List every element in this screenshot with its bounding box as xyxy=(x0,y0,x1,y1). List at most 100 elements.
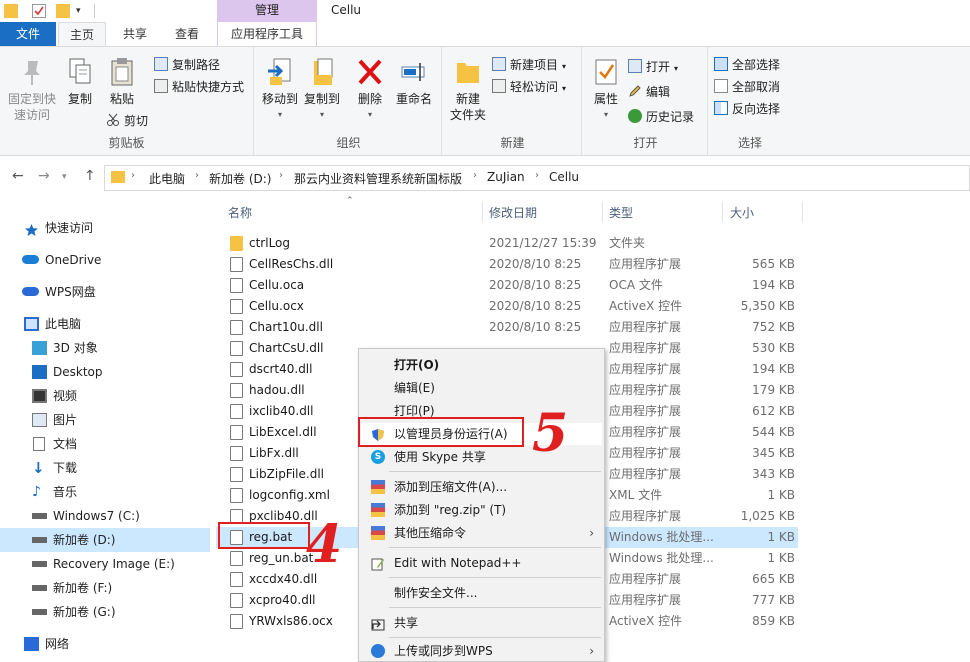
file-type: 应用程序扩展 xyxy=(609,257,682,271)
file-row[interactable]: Cellu.oca 2020/8/10 8:25 OCA 文件 194 KB xyxy=(216,275,798,296)
select-all-button[interactable]: 全部选择 xyxy=(714,55,780,75)
tab-file[interactable]: 文件 xyxy=(0,22,56,46)
nav-desktop[interactable]: Desktop xyxy=(0,360,210,384)
breadcrumb-zujian[interactable]: ZuJian xyxy=(487,170,525,184)
nav-label: 网络 xyxy=(45,637,70,651)
breadcrumb-cellu[interactable]: Cellu xyxy=(549,170,579,184)
menu-item-notepad-plus[interactable]: Edit with Notepad++ xyxy=(361,552,602,574)
column-divider[interactable] xyxy=(722,202,723,222)
file-icon xyxy=(230,404,243,419)
properties-label: 属性 xyxy=(593,92,618,106)
nav-network[interactable]: 网络 xyxy=(0,632,210,656)
tab-share[interactable]: 共享 xyxy=(112,22,158,46)
properties-button[interactable]: 属性 ▾ xyxy=(588,57,624,123)
invert-selection-button[interactable]: 反向选择 xyxy=(714,99,780,119)
column-header-type[interactable]: 类型 xyxy=(609,204,633,221)
file-row[interactable]: Chart10u.dll 2020/8/10 8:25 应用程序扩展 752 KB xyxy=(216,317,798,338)
up-arrow-icon[interactable]: ↑ xyxy=(84,168,96,184)
breadcrumb-separator-icon: › xyxy=(473,170,477,181)
nav-drive-g[interactable]: 新加卷 (G:) xyxy=(0,600,210,624)
edit-button[interactable]: 编辑 xyxy=(628,82,670,102)
easy-access-button[interactable]: 轻松访问 ▾ xyxy=(492,77,566,97)
nav-drive-e[interactable]: Recovery Image (E:) xyxy=(0,552,210,576)
menu-item-add-to-zip[interactable]: 添加到 "reg.zip" (T) xyxy=(361,499,602,521)
history-button[interactable]: 历史记录 xyxy=(628,107,694,127)
nav-quick-access[interactable]: 快速访问 xyxy=(0,216,210,240)
nav-label: OneDrive xyxy=(45,253,102,267)
new-item-button[interactable]: 新建项目 ▾ xyxy=(492,55,566,75)
nav-this-pc[interactable]: 此电脑 xyxy=(0,312,210,336)
properties-check-icon[interactable] xyxy=(32,4,46,18)
delete-dropdown-icon: ▾ xyxy=(367,110,372,119)
rename-button[interactable]: 重命名 xyxy=(392,57,436,107)
tab-home[interactable]: 主页 xyxy=(58,22,106,46)
nav-videos[interactable]: 视频 xyxy=(0,384,210,408)
menu-item-open[interactable]: 打开(O) xyxy=(361,354,602,376)
file-size: 544 KB xyxy=(752,425,795,439)
address-bar[interactable]: › 此电脑 › 新加卷 (D:) › 那云内业资料管理系统新国标版 › ZuJi… xyxy=(104,165,970,191)
menu-item-other-compress[interactable]: 其他压缩命令 › xyxy=(361,522,602,544)
nav-onedrive[interactable]: OneDrive xyxy=(0,248,210,272)
nav-label: 视频 xyxy=(53,389,78,403)
select-none-button[interactable]: 全部取消 xyxy=(714,77,780,97)
column-header-date[interactable]: 修改日期 xyxy=(489,204,537,221)
column-header-name[interactable]: 名称 xyxy=(228,204,252,221)
nav-label: 此电脑 xyxy=(45,317,82,331)
nav-pictures[interactable]: 图片 xyxy=(0,408,210,432)
nav-downloads[interactable]: ↓ 下载 xyxy=(0,456,210,480)
menu-item-secure-file[interactable]: 制作安全文件... xyxy=(361,582,602,604)
copy-button[interactable]: 复制 xyxy=(62,57,98,107)
nav-drive-f[interactable]: 新加卷 (F:) xyxy=(0,576,210,600)
nav-drive-d[interactable]: 新加卷 (D:) xyxy=(0,528,210,552)
nav-documents[interactable]: 文档 xyxy=(0,432,210,456)
file-row[interactable]: CellResChs.dll 2020/8/10 8:25 应用程序扩展 565 KB xyxy=(216,254,798,275)
file-row[interactable]: Cellu.ocx 2020/8/10 8:25 ActiveX 控件 5,350 K… xyxy=(216,296,798,317)
delete-button[interactable]: 删除 ▾ xyxy=(352,57,388,123)
recent-locations-chevron-icon[interactable]: ▾ xyxy=(62,172,67,182)
menu-item-add-to-archive[interactable]: 添加到压缩文件(A)... xyxy=(361,476,602,498)
quick-access-dropdown-icon[interactable]: ▾ xyxy=(76,4,86,18)
new-folder-button[interactable]: 新建 文件夹 xyxy=(446,57,490,123)
nav-3d-objects[interactable]: 3D 对象 xyxy=(0,336,210,360)
nav-music[interactable]: ♪ 音乐 xyxy=(0,480,210,504)
file-type: 应用程序扩展 xyxy=(609,446,682,460)
file-row[interactable]: ctrlLog 2021/12/27 15:39 文件夹 xyxy=(216,233,798,254)
new-folder-icon[interactable] xyxy=(56,4,70,18)
nav-wps-drive[interactable]: WPS网盘 xyxy=(0,280,210,304)
tab-application-tools[interactable]: 应用程序工具 xyxy=(218,22,316,46)
cut-button[interactable]: 剪切 xyxy=(106,111,148,131)
copy-path-button[interactable]: 复制路径 xyxy=(154,55,220,75)
column-divider[interactable] xyxy=(602,202,603,222)
file-type: 应用程序扩展 xyxy=(609,383,682,397)
move-to-button[interactable]: 移动到 ▾ xyxy=(260,57,300,123)
nav-drive-c[interactable]: Windows7 (C:) xyxy=(0,504,210,528)
folder-icon[interactable] xyxy=(4,4,18,18)
pin-quick-access-button[interactable]: 固定到快 速访问 xyxy=(6,57,58,123)
copy-to-button[interactable]: 复制到 ▾ xyxy=(302,57,342,123)
picture-icon xyxy=(32,413,47,427)
forward-arrow-icon[interactable]: → xyxy=(38,168,50,184)
column-header-size[interactable]: 大小 xyxy=(730,204,754,221)
file-name: logconfig.xml xyxy=(249,488,330,502)
submenu-arrow-icon: › xyxy=(589,526,594,540)
column-divider[interactable] xyxy=(802,202,803,222)
paste-shortcut-button[interactable]: 粘贴快捷方式 xyxy=(154,77,244,97)
menu-item-share[interactable]: 共享 xyxy=(361,612,602,634)
breadcrumb-this-pc[interactable]: 此电脑 xyxy=(149,170,185,187)
breadcrumb-app-folder[interactable]: 那云内业资料管理系统新国标版 xyxy=(294,170,462,187)
column-divider[interactable] xyxy=(482,202,483,222)
paste-shortcut-icon xyxy=(154,79,168,93)
easy-access-label: 轻松访问 xyxy=(510,80,559,94)
paste-button[interactable]: 粘贴 xyxy=(104,57,140,107)
nav-label: 图片 xyxy=(53,413,78,427)
menu-separator xyxy=(389,577,601,578)
open-button[interactable]: 打开 ▾ xyxy=(628,57,678,77)
menu-item-edit[interactable]: 编辑(E) xyxy=(361,377,602,399)
select-all-icon xyxy=(714,57,728,71)
menu-item-wps-sync[interactable]: 上传或同步到WPS › xyxy=(361,640,602,662)
tab-view[interactable]: 查看 xyxy=(164,22,210,46)
breadcrumb-drive-d[interactable]: 新加卷 (D:) xyxy=(209,170,271,187)
cloud-icon xyxy=(22,287,39,296)
back-arrow-icon[interactable]: ← xyxy=(12,168,24,184)
open-group-label: 打开 xyxy=(633,136,658,150)
